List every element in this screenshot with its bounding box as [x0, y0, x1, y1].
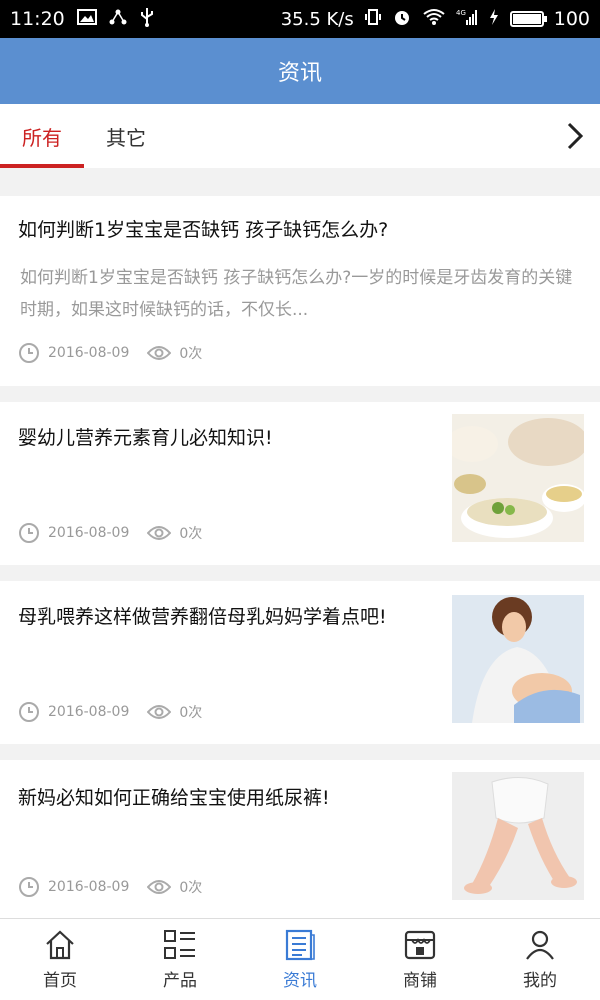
- share-icon: [109, 8, 127, 30]
- tab-other[interactable]: 其它: [84, 104, 168, 168]
- chevron-right-icon[interactable]: [562, 122, 588, 150]
- article-date: 2016-08-09: [48, 704, 130, 720]
- article-title: 婴幼儿营养元素育儿必知知识!: [18, 427, 273, 449]
- article-thumbnail: [452, 595, 584, 723]
- article-item[interactable]: 如何判断1岁宝宝是否缺钙 孩子缺钙怎么办? 如何判断1岁宝宝是否缺钙 孩子缺钙怎…: [0, 196, 600, 386]
- nav-label: 产品: [163, 971, 197, 991]
- article-views: 0次: [179, 880, 203, 896]
- article-thumbnail: [452, 414, 584, 542]
- cellular-signal-icon: 4G: [456, 8, 478, 30]
- article-title: 母乳喂养这样做营养翻倍母乳妈妈学着点吧!: [18, 606, 387, 628]
- tab-label: 所有: [22, 125, 62, 150]
- article-item[interactable]: 婴幼儿营养元素育儿必知知识! 2016-08-09 0次: [0, 402, 600, 565]
- tab-all[interactable]: 所有: [0, 104, 84, 168]
- home-icon: [44, 928, 76, 962]
- shop-icon: [403, 928, 437, 962]
- category-tabs: 所有 其它: [0, 104, 600, 168]
- nav-label: 我的: [523, 971, 557, 991]
- wifi-icon: [422, 8, 446, 30]
- eye-icon: [147, 524, 172, 542]
- status-bar: 11:20 35.5 K/s 4G 100: [0, 0, 600, 38]
- article-title: 如何判断1岁宝宝是否缺钙 孩子缺钙怎么办?: [18, 219, 389, 241]
- eye-icon: [147, 703, 172, 721]
- bottom-nav: 首页 产品 资讯 商铺 我的: [0, 918, 600, 1000]
- article-meta: 2016-08-09 0次: [18, 876, 202, 898]
- nav-label: 商铺: [403, 971, 437, 991]
- article-views: 0次: [179, 346, 203, 362]
- status-time: 11:20: [10, 8, 65, 30]
- eye-icon: [147, 344, 172, 362]
- charging-icon: [488, 8, 500, 30]
- article-date: 2016-08-09: [48, 879, 130, 895]
- article-meta: 2016-08-09 0次: [18, 701, 202, 723]
- grid-list-icon: [163, 928, 197, 962]
- article-item[interactable]: 母乳喂养这样做营养翻倍母乳妈妈学着点吧! 2016-08-09 0次: [0, 581, 600, 744]
- network-speed: 35.5 K/s: [280, 8, 354, 30]
- user-icon: [524, 928, 556, 962]
- article-desc: 如何判断1岁宝宝是否缺钙 孩子缺钙怎么办?一岁的时候是牙齿发育的关键时期，如果这…: [20, 268, 573, 320]
- image-icon: [76, 9, 97, 29]
- article-thumbnail: [452, 772, 584, 900]
- article-meta: 2016-08-09 0次: [18, 522, 202, 544]
- article-title: 新妈必知如何正确给宝宝使用纸尿裤!: [18, 787, 330, 809]
- nav-label: 首页: [43, 971, 77, 991]
- header-bar: 资讯: [0, 38, 600, 104]
- usb-icon: [139, 7, 155, 31]
- page-title: 资讯: [277, 61, 322, 86]
- battery-icon: [509, 11, 547, 27]
- nav-home[interactable]: 首页: [0, 919, 120, 1000]
- vibrate-icon: [364, 8, 382, 30]
- article-date: 2016-08-09: [48, 525, 130, 541]
- nav-news[interactable]: 资讯: [240, 919, 360, 1000]
- clock-icon: [18, 522, 40, 544]
- nav-products[interactable]: 产品: [120, 919, 240, 1000]
- network-type: 4G: [456, 9, 466, 17]
- nav-label: 资讯: [283, 971, 317, 991]
- battery-fill: [512, 14, 541, 24]
- article-date: 2016-08-09: [48, 345, 130, 361]
- news-icon: [284, 928, 316, 962]
- alarm-icon: [392, 7, 412, 31]
- article-meta: 2016-08-09 0次: [18, 342, 202, 364]
- battery-percent: 100: [553, 8, 590, 30]
- clock-icon: [18, 876, 40, 898]
- eye-icon: [147, 878, 172, 896]
- tab-label: 其它: [106, 125, 146, 150]
- clock-icon: [18, 701, 40, 723]
- clock-icon: [18, 342, 40, 364]
- article-views: 0次: [179, 705, 203, 721]
- article-views: 0次: [179, 526, 203, 542]
- nav-me[interactable]: 我的: [480, 919, 600, 1000]
- article-item[interactable]: 新妈必知如何正确给宝宝使用纸尿裤! 2016-08-09 0次: [0, 760, 600, 918]
- nav-shop[interactable]: 商铺: [360, 919, 480, 1000]
